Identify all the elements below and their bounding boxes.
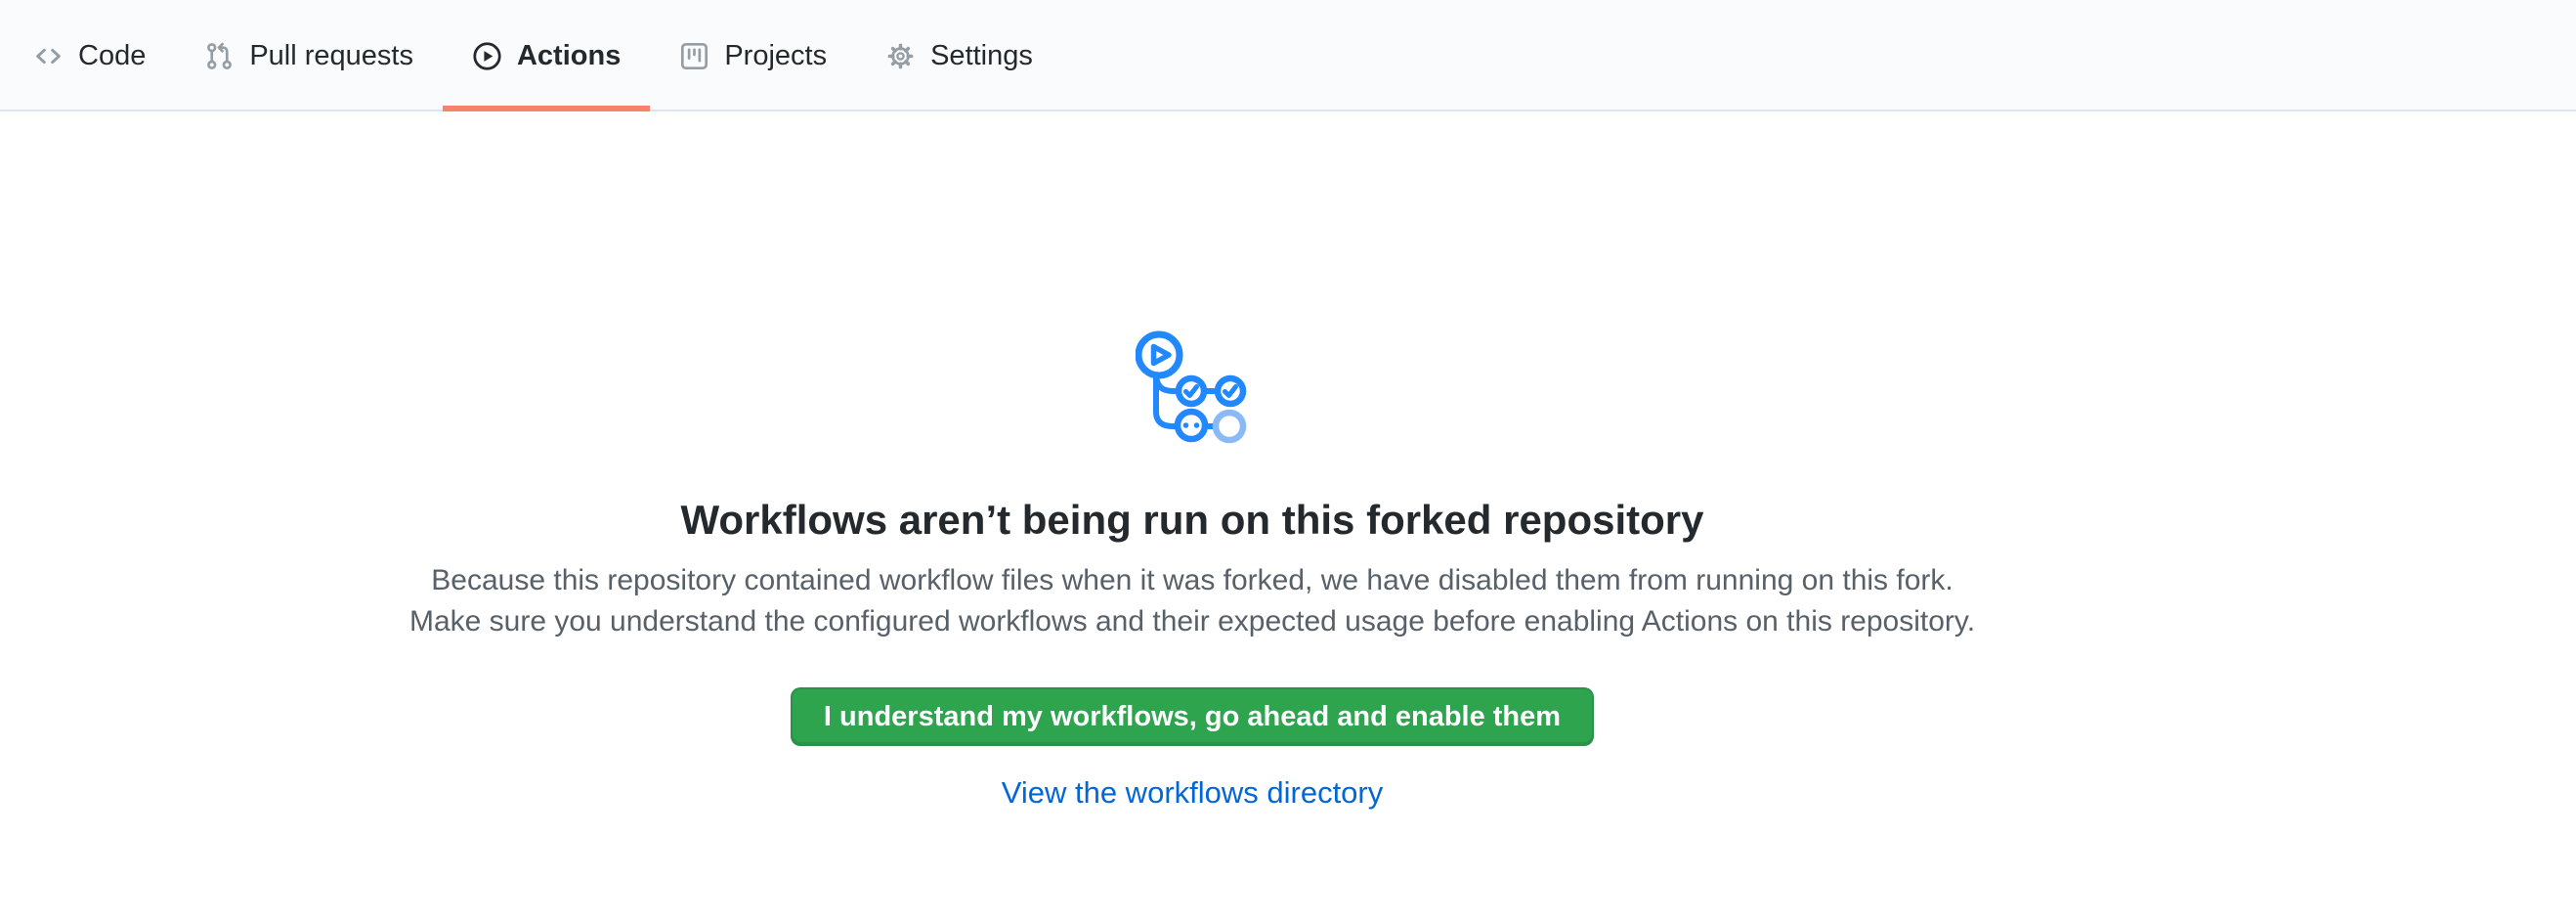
tab-label: Settings — [930, 40, 1033, 72]
workflow-graph-icon — [1136, 329, 1249, 444]
code-icon — [33, 41, 64, 71]
tab-settings[interactable]: Settings — [856, 0, 1062, 111]
play-circle-icon — [472, 41, 502, 71]
enable-workflows-button[interactable]: I understand my workflows, go ahead and … — [791, 687, 1594, 746]
tab-projects[interactable]: Projects — [650, 0, 856, 111]
tab-pull-requests[interactable]: Pull requests — [175, 0, 443, 111]
tab-label: Code — [78, 40, 146, 72]
actions-disabled-blankslate: Workflows aren’t being run on this forke… — [0, 111, 2384, 811]
tab-label: Pull requests — [249, 40, 413, 72]
git-pull-request-icon — [204, 41, 235, 71]
tab-label: Actions — [517, 40, 621, 72]
blankslate-description: Because this repository contained workfl… — [404, 560, 1982, 642]
project-icon — [679, 41, 709, 71]
tab-label: Projects — [724, 40, 827, 72]
blankslate-heading: Workflows aren’t being run on this forke… — [0, 498, 2384, 543]
tab-actions[interactable]: Actions — [443, 0, 650, 111]
repo-tab-bar: Code Pull requests Actions — [0, 0, 2576, 111]
main-content: Workflows aren’t being run on this forke… — [0, 111, 2576, 811]
view-workflows-directory-link[interactable]: View the workflows directory — [1002, 775, 1384, 810]
gear-icon — [885, 41, 916, 71]
tab-code[interactable]: Code — [4, 0, 175, 111]
